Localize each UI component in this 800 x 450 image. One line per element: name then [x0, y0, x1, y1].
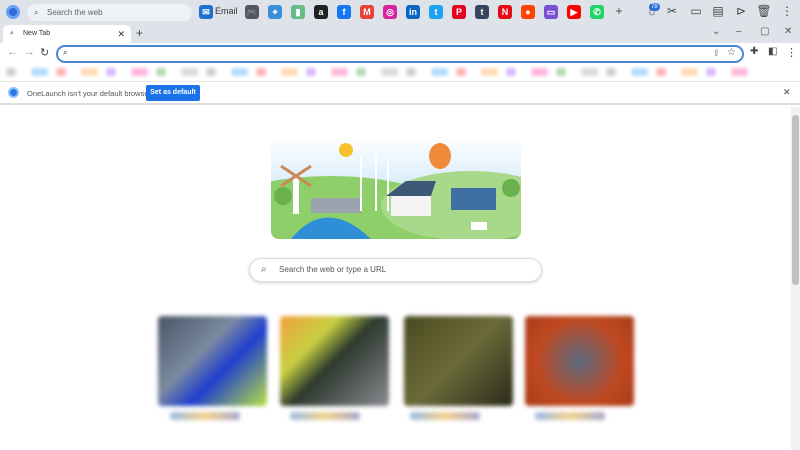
facebook-icon[interactable]: f [337, 5, 351, 19]
extensions-icon[interactable]: ✚ [750, 46, 758, 57]
bookmark-item[interactable] [31, 68, 48, 76]
bookmark-item[interactable] [106, 68, 116, 76]
tab-label: New Tab [23, 30, 50, 37]
scrollbar-thumb[interactable] [792, 115, 799, 285]
youtube-icon[interactable]: ▶ [567, 5, 581, 19]
video-icon[interactable]: ▭ [688, 4, 704, 18]
close-window-button[interactable]: ✕ [784, 26, 792, 37]
onelaunch-logo-icon[interactable] [6, 5, 20, 19]
bookmark-item[interactable] [631, 68, 648, 76]
bookmark-item[interactable] [306, 68, 316, 76]
news-caption[interactable] [290, 412, 360, 420]
search-icon: ⌕ [63, 48, 67, 58]
tab-search-chevron-icon[interactable]: ⌄ [712, 26, 720, 37]
amazon-icon[interactable]: a [314, 5, 328, 19]
trash-icon[interactable]: 🗑 [756, 4, 772, 18]
back-button[interactable]: ← [7, 46, 18, 58]
bookmark-item[interactable] [481, 68, 498, 76]
bookmark-item[interactable] [506, 68, 516, 76]
bookmark-item[interactable] [231, 68, 248, 76]
news-tile[interactable] [525, 316, 634, 406]
bookmark-item[interactable] [131, 68, 148, 76]
clipboard-icon[interactable]: ▤ [710, 4, 726, 18]
onelaunch-icon [8, 87, 19, 98]
minimize-button[interactable]: – [736, 26, 742, 37]
bookmark-item[interactable] [331, 68, 348, 76]
search-icon: ⌕ [34, 4, 38, 21]
news-tile[interactable] [404, 316, 513, 406]
bookmark-star-icon[interactable]: ☆ [727, 47, 736, 58]
bookmark-item[interactable] [206, 68, 216, 76]
bookmark-item[interactable] [681, 68, 698, 76]
maps-icon[interactable]: ⌖ [268, 5, 282, 19]
twitter-icon[interactable]: t [429, 5, 443, 19]
games-icon[interactable]: 🎮 [245, 5, 259, 19]
infobar-message: OneLaunch isn't your default browser [27, 89, 151, 98]
bookmarks-bar [0, 65, 800, 81]
bookmark-item[interactable] [581, 68, 598, 76]
menu-icon[interactable]: ⋮ [779, 4, 795, 18]
sidebar-app-icon[interactable]: ▮ [291, 5, 305, 19]
bookmark-item[interactable] [156, 68, 166, 76]
whatsapp-icon[interactable]: ✆ [590, 5, 604, 19]
news-caption[interactable] [535, 412, 605, 420]
reload-button[interactable]: ↻ [40, 46, 49, 59]
bookmark-item[interactable] [56, 68, 66, 76]
bookmark-item[interactable] [6, 68, 16, 76]
play-icon[interactable]: ⊳ [733, 4, 749, 18]
bookmark-item[interactable] [281, 68, 298, 76]
ntp-search-input[interactable]: ⌕ Search the web or type a URL [249, 258, 542, 282]
bookmark-item[interactable] [356, 68, 366, 76]
ntp-search-placeholder: Search the web or type a URL [279, 265, 386, 274]
weather-badge: 78 [649, 3, 660, 11]
email-icon[interactable]: ✉ [199, 5, 213, 19]
search-placeholder: Search the web [47, 8, 103, 17]
bookmark-item[interactable] [456, 68, 466, 76]
news-tile[interactable] [280, 316, 389, 406]
scissors-icon[interactable]: ✂ [664, 4, 680, 18]
bookmark-item[interactable] [731, 68, 748, 76]
infobar-close-icon[interactable]: ✕ [783, 87, 791, 98]
linkedin-icon[interactable]: in [406, 5, 420, 19]
close-tab-icon[interactable]: ✕ [117, 25, 125, 43]
restore-button[interactable]: ▢ [760, 26, 769, 37]
add-shortcut-icon[interactable]: + [611, 4, 627, 18]
news-tile[interactable] [158, 316, 267, 406]
instagram-icon[interactable]: ◎ [383, 5, 397, 19]
app-purple-icon[interactable]: ▭ [544, 5, 558, 19]
side-panel-icon[interactable]: ◧ [768, 46, 777, 57]
email-link[interactable]: Email [215, 6, 238, 16]
new-tab-button[interactable]: + [136, 26, 143, 40]
bookmark-item[interactable] [606, 68, 616, 76]
search-icon: ⌕ [10, 25, 14, 43]
set-as-default-button[interactable]: Set as default [146, 85, 200, 101]
share-icon[interactable]: ⇪ [712, 48, 720, 59]
news-caption[interactable] [410, 412, 480, 420]
doodle-illustration[interactable] [271, 136, 521, 239]
bookmark-item[interactable] [81, 68, 98, 76]
address-bar[interactable]: ⌕ ⇪ ☆ [56, 45, 744, 63]
bookmark-item[interactable] [656, 68, 666, 76]
chrome-menu-icon[interactable]: ⋮ [786, 46, 797, 59]
bookmark-item[interactable] [406, 68, 416, 76]
netflix-icon[interactable]: N [498, 5, 512, 19]
renewable-energy-illustration [271, 136, 521, 239]
search-icon: ⌕ [261, 259, 267, 281]
forward-button[interactable]: → [24, 46, 35, 58]
tab-new-tab[interactable]: ⌕ New Tab ✕ [3, 25, 131, 43]
news-caption[interactable] [170, 412, 240, 420]
bookmark-item[interactable] [706, 68, 716, 76]
web-search-input[interactable]: ⌕ Search the web [27, 4, 192, 21]
gmail-icon[interactable]: M [360, 5, 374, 19]
bookmark-item[interactable] [181, 68, 198, 76]
pinterest-icon[interactable]: P [452, 5, 466, 19]
bookmark-item[interactable] [431, 68, 448, 76]
bookmark-item[interactable] [381, 68, 398, 76]
tumblr-icon[interactable]: t [475, 5, 489, 19]
bookmark-item[interactable] [256, 68, 266, 76]
reddit-icon[interactable]: ● [521, 5, 535, 19]
bookmark-item[interactable] [531, 68, 548, 76]
bookmark-item[interactable] [556, 68, 566, 76]
